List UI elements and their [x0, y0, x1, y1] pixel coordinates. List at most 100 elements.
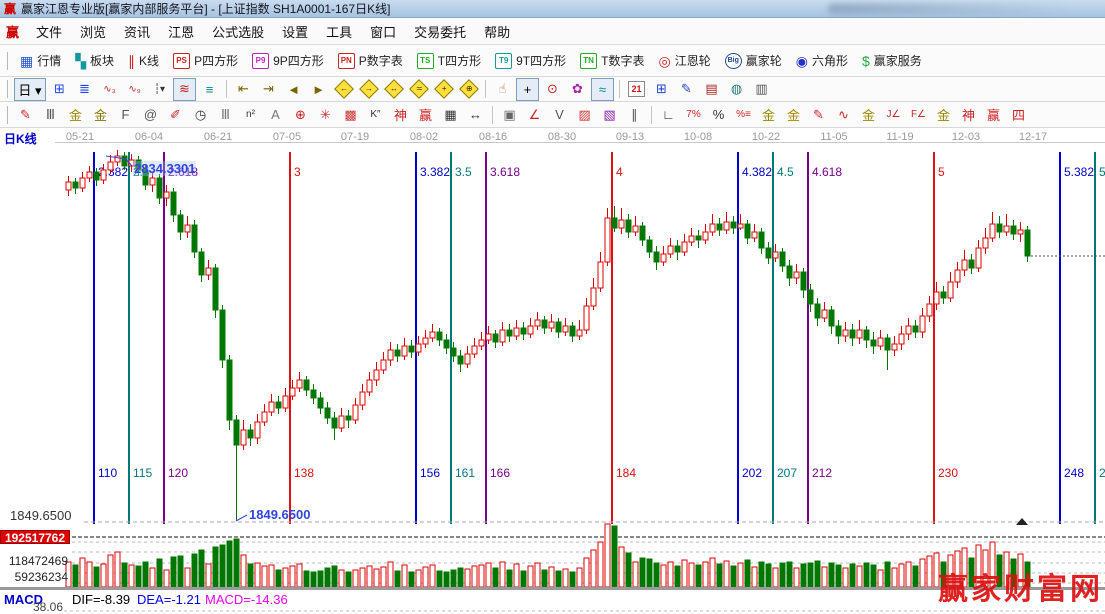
- j-angle-icon[interactable]: J∠: [882, 103, 905, 126]
- print-icon[interactable]: ▥: [750, 78, 773, 101]
- gold-fence-2-icon[interactable]: 金: [89, 103, 112, 126]
- box-tool-icon[interactable]: ▣: [498, 103, 521, 126]
- gold-lines-icon[interactable]: 金: [782, 103, 805, 126]
- menu-item-帮助[interactable]: 帮助: [475, 19, 519, 44]
- grid-burst-icon[interactable]: ▩: [339, 103, 362, 126]
- wave-v-icon[interactable]: V: [548, 103, 571, 126]
- menu-item-工具[interactable]: 工具: [317, 19, 361, 44]
- ying-angle-icon[interactable]: 赢: [982, 103, 1005, 126]
- menu-item-文件[interactable]: 文件: [27, 19, 71, 44]
- low-annotation[interactable]: 1849.6500: [249, 507, 310, 522]
- fit-all-icon[interactable]: ⊕: [457, 78, 480, 101]
- shen-angle-icon[interactable]: 神: [957, 103, 980, 126]
- period-day-dropdown-icon[interactable]: 日 ▾: [14, 78, 46, 101]
- toolbar-button-gann-wheel[interactable]: ◎江恩轮: [651, 50, 717, 71]
- menu-item-浏览[interactable]: 浏览: [71, 19, 115, 44]
- toolbar-button-p-number-table[interactable]: PNP数字表: [331, 50, 410, 71]
- n-square-tool-icon[interactable]: n²: [239, 103, 262, 126]
- spiral-tool-icon[interactable]: @: [139, 103, 162, 126]
- scroll-right-icon[interactable]: →: [357, 78, 380, 101]
- volume-profile-icon[interactable]: ≡: [198, 78, 221, 101]
- calculator-icon[interactable]: ⊞: [650, 78, 673, 101]
- wave-9-icon[interactable]: ∿₉: [123, 78, 146, 101]
- shen-fence-icon[interactable]: 神: [389, 103, 412, 126]
- high-annotation[interactable]: 2834.3301: [133, 161, 196, 176]
- toolbar-button-p-square[interactable]: PSP四方形: [166, 50, 245, 71]
- gann-ratio-label: 3.618: [490, 165, 520, 179]
- toolbar-button-t-square[interactable]: TST四方形: [410, 50, 488, 71]
- web-sync-icon[interactable]: ◍: [725, 78, 748, 101]
- crosshair-tool-icon[interactable]: +: [516, 78, 539, 101]
- menu-item-江恩[interactable]: 江恩: [159, 19, 203, 44]
- toolbar-button-sectors[interactable]: ▚板块: [68, 50, 121, 71]
- parallel-lines-icon[interactable]: ∥: [623, 103, 646, 126]
- toolbar-button-9t-square[interactable]: T99T四方形: [488, 50, 573, 71]
- percent-7-icon[interactable]: 7%: [682, 103, 705, 126]
- gold-circle-icon[interactable]: 金: [757, 103, 780, 126]
- notes-icon[interactable]: ✎: [675, 78, 698, 101]
- menu-item-资讯[interactable]: 资讯: [115, 19, 159, 44]
- gold-fence-icon[interactable]: 金: [64, 103, 87, 126]
- gann-circle-icon[interactable]: ⊕: [289, 103, 312, 126]
- band-overlay-icon[interactable]: ≋: [173, 78, 196, 101]
- bar-width-icon[interactable]: ↔: [464, 103, 487, 126]
- hand-tool-icon[interactable]: ☝: [491, 78, 514, 101]
- zoom-in-all-icon[interactable]: +: [432, 78, 455, 101]
- compress-horizontal-icon[interactable]: ≍: [407, 78, 430, 101]
- info-panel-icon[interactable]: ≣: [73, 78, 96, 101]
- chart-canvas[interactable]: 05-2106-0406-2107-0507-1908-0208-1608-30…: [0, 128, 1105, 614]
- save-icon[interactable]: ▤: [700, 78, 723, 101]
- flower-tool-icon[interactable]: ✿: [566, 78, 589, 101]
- candle-style-dropdown-icon[interactable]: ┆▾: [148, 78, 171, 101]
- toolbar-grip[interactable]: [3, 106, 8, 124]
- ying-fence-icon[interactable]: 赢: [414, 103, 437, 126]
- gann-clock-icon[interactable]: ◷: [189, 103, 212, 126]
- prev-bar-icon[interactable]: ◄: [282, 78, 305, 101]
- a-wave-icon[interactable]: ∿: [832, 103, 855, 126]
- toolbar-grip[interactable]: [3, 52, 8, 70]
- toolbar-button-9p-square[interactable]: P99P四方形: [245, 50, 331, 71]
- menu-item-公式选股[interactable]: 公式选股: [203, 19, 273, 44]
- next-bar-icon[interactable]: ►: [307, 78, 330, 101]
- gold-angle-icon[interactable]: 金: [932, 103, 955, 126]
- first-bar-icon[interactable]: ⇤: [232, 78, 255, 101]
- toolbar-button-winner-service[interactable]: $赢家服务: [855, 50, 929, 71]
- region-tool-icon[interactable]: ≈: [591, 78, 614, 101]
- menu-item-交易委托[interactable]: 交易委托: [405, 19, 475, 44]
- zoom-area-tool-icon[interactable]: ⊙: [541, 78, 564, 101]
- star-burst-icon[interactable]: ✳: [314, 103, 337, 126]
- toolbar-button-quotes[interactable]: ▦行情: [13, 50, 68, 71]
- toolbar-button-hexagon[interactable]: ◉六角形: [789, 50, 855, 71]
- toolbar-button-winner-wheel[interactable]: Big赢家轮: [718, 50, 789, 71]
- menu-item-窗口[interactable]: 窗口: [361, 19, 405, 44]
- ray-fan-icon[interactable]: ∠: [523, 103, 546, 126]
- expand-horizontal-icon[interactable]: ↔: [382, 78, 405, 101]
- marker-tool-icon[interactable]: ✐: [164, 103, 187, 126]
- k-mark-icon[interactable]: K″: [364, 103, 387, 126]
- angle-a-tool-icon[interactable]: A: [264, 103, 287, 126]
- grid-123-icon[interactable]: ▦: [439, 103, 462, 126]
- step-bars-icon[interactable]: ∟: [657, 103, 680, 126]
- f-fence-icon[interactable]: F: [114, 103, 137, 126]
- chart-area[interactable]: 05-2106-0406-2107-0507-1908-0208-1608-30…: [0, 128, 1105, 614]
- pen-candle-icon[interactable]: ✎: [807, 103, 830, 126]
- red-grid-icon[interactable]: ▨: [573, 103, 596, 126]
- menu-item-设置[interactable]: 设置: [273, 19, 317, 44]
- pen-tool-icon[interactable]: ✎: [14, 103, 37, 126]
- toolbar-button-kline[interactable]: ∥K线: [121, 50, 166, 71]
- toolbar-button-t-number-table[interactable]: TNT数字表: [573, 50, 651, 71]
- plain-fence-icon[interactable]: Ⅲ: [214, 103, 237, 126]
- fence-tool-icon[interactable]: Ⅲ: [39, 103, 62, 126]
- si-angle-icon[interactable]: 四: [1007, 103, 1030, 126]
- gold-underline-icon[interactable]: 金: [857, 103, 880, 126]
- last-bar-icon[interactable]: ⇥: [257, 78, 280, 101]
- purple-grid-icon[interactable]: ▧: [598, 103, 621, 126]
- percent-lines-icon[interactable]: %≡: [732, 103, 755, 126]
- scroll-left-icon[interactable]: ←: [332, 78, 355, 101]
- calendar-icon[interactable]: 21: [625, 78, 648, 101]
- f-angle-icon[interactable]: F∠: [907, 103, 930, 126]
- pattern-view-icon[interactable]: ⊞: [48, 78, 71, 101]
- toolbar-grip[interactable]: [3, 80, 8, 98]
- percent-icon[interactable]: %: [707, 103, 730, 126]
- wave-3-icon[interactable]: ∿₃: [98, 78, 121, 101]
